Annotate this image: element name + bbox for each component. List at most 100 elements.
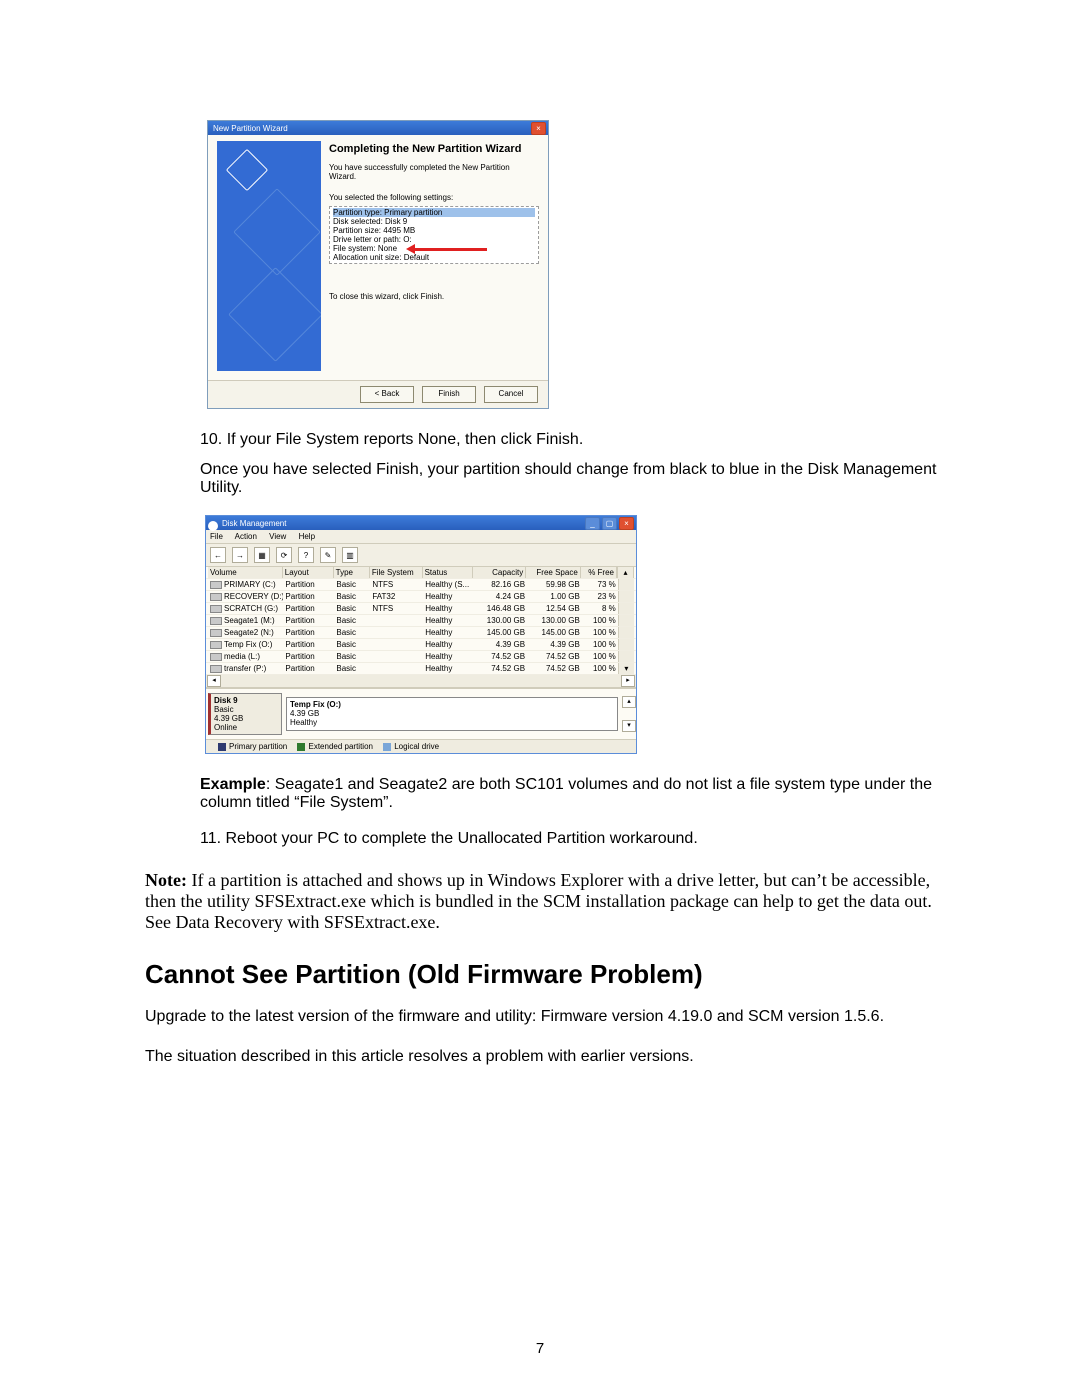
scrollbar-track[interactable] bbox=[618, 591, 634, 602]
menu-file[interactable]: File bbox=[210, 532, 223, 541]
swatch-logical bbox=[383, 743, 391, 751]
dm-menubar: File Action View Help bbox=[206, 530, 636, 544]
cell-pctfree: 100 % bbox=[582, 639, 618, 650]
close-icon[interactable]: × bbox=[531, 122, 546, 135]
cell-layout: Partition bbox=[283, 627, 334, 638]
vertical-scrollbar[interactable]: ▴ ▾ bbox=[622, 696, 634, 732]
cell-volume: Seagate1 (M:) bbox=[208, 615, 283, 626]
cell-capacity: 146.48 GB bbox=[474, 603, 527, 614]
cell-type: Basic bbox=[334, 639, 370, 650]
finish-button[interactable]: Finish bbox=[422, 386, 476, 403]
cell-freespace: 4.39 GB bbox=[527, 639, 582, 650]
nav-forward-icon[interactable]: → bbox=[232, 547, 248, 563]
cell-freespace: 1.00 GB bbox=[527, 591, 582, 602]
disk-management-screenshot: Disk Management _ ▢ × File Action View H… bbox=[205, 515, 637, 754]
col-pctfree[interactable]: % Free bbox=[581, 567, 617, 578]
scroll-left-icon[interactable]: ◂ bbox=[207, 675, 221, 687]
scrollbar-track[interactable] bbox=[618, 579, 634, 590]
scrollbar-track[interactable] bbox=[618, 639, 634, 650]
cell-layout: Partition bbox=[283, 651, 334, 662]
swatch-primary bbox=[218, 743, 226, 751]
cell-filesystem bbox=[370, 651, 423, 662]
scroll-right-icon[interactable]: ▸ bbox=[621, 675, 635, 687]
disk-info-block[interactable]: Disk 9 Basic 4.39 GB Online bbox=[208, 693, 282, 735]
cell-volume: RECOVERY (D:) bbox=[208, 591, 283, 602]
page: New Partition Wizard × Completing the Ne… bbox=[0, 0, 1080, 1397]
maximize-icon[interactable]: ▢ bbox=[602, 517, 617, 530]
cell-capacity: 4.39 GB bbox=[474, 639, 527, 650]
cell-type: Basic bbox=[334, 579, 370, 590]
toolbar-icon[interactable]: ▥ bbox=[342, 547, 358, 563]
scrollbar-track[interactable] bbox=[618, 651, 634, 662]
toolbar-icon[interactable]: ▦ bbox=[254, 547, 270, 563]
example-paragraph: Example: Seagate1 and Seagate2 are both … bbox=[200, 776, 940, 812]
cancel-button[interactable]: Cancel bbox=[484, 386, 538, 403]
cell-status: Healthy bbox=[423, 603, 474, 614]
cell-type: Basic bbox=[334, 651, 370, 662]
step-10: 10. If your File System reports None, th… bbox=[200, 431, 940, 449]
col-type[interactable]: Type bbox=[334, 567, 370, 578]
col-filesystem[interactable]: File System bbox=[370, 567, 423, 578]
menu-help[interactable]: Help bbox=[299, 532, 315, 541]
part-line: Temp Fix (O:) bbox=[290, 700, 341, 709]
settings-line: Drive letter or path: O: bbox=[333, 235, 535, 244]
cell-status: Healthy bbox=[423, 639, 474, 650]
table-row[interactable]: media (L:)PartitionBasicHealthy74.52 GB7… bbox=[206, 651, 636, 663]
settings-line: Partition type: Primary partition bbox=[333, 208, 535, 217]
cell-pctfree: 73 % bbox=[582, 579, 618, 590]
cell-capacity: 130.00 GB bbox=[474, 615, 527, 626]
table-row[interactable]: Temp Fix (O:)PartitionBasicHealthy4.39 G… bbox=[206, 639, 636, 651]
refresh-icon[interactable]: ⟳ bbox=[276, 547, 292, 563]
table-row[interactable]: PRIMARY (C:)PartitionBasicNTFSHealthy (S… bbox=[206, 579, 636, 591]
wizard-sidebar-graphic bbox=[217, 141, 321, 371]
swatch-extended bbox=[297, 743, 305, 751]
cell-pctfree: 100 % bbox=[582, 651, 618, 662]
cell-layout: Partition bbox=[283, 639, 334, 650]
col-volume[interactable]: Volume bbox=[208, 567, 283, 578]
part-line: Healthy bbox=[290, 718, 317, 727]
col-capacity[interactable]: Capacity bbox=[473, 567, 526, 578]
scroll-down-icon[interactable]: ▾ bbox=[622, 720, 636, 732]
col-status[interactable]: Status bbox=[423, 567, 474, 578]
partition-block[interactable]: Temp Fix (O:) 4.39 GB Healthy bbox=[286, 697, 618, 731]
cell-status: Healthy bbox=[423, 591, 474, 602]
table-row[interactable]: Seagate2 (N:)PartitionBasicHealthy145.00… bbox=[206, 627, 636, 639]
scrollbar-track[interactable] bbox=[618, 603, 634, 614]
cell-status: Healthy bbox=[423, 663, 474, 674]
scrollbar-track[interactable]: ▾ bbox=[618, 663, 634, 674]
cell-layout: Partition bbox=[283, 615, 334, 626]
table-row[interactable]: Seagate1 (M:)PartitionBasicHealthy130.00… bbox=[206, 615, 636, 627]
minimize-icon[interactable]: _ bbox=[585, 517, 600, 530]
cell-pctfree: 23 % bbox=[582, 591, 618, 602]
note-paragraph: Note: If a partition is attached and sho… bbox=[145, 870, 940, 933]
back-button[interactable]: < Back bbox=[360, 386, 414, 403]
table-row[interactable]: RECOVERY (D:)PartitionBasicFAT32Healthy4… bbox=[206, 591, 636, 603]
wizard-close-label: To close this wizard, click Finish. bbox=[329, 292, 539, 301]
table-row[interactable]: transfer (P:)PartitionBasicHealthy74.52 … bbox=[206, 663, 636, 675]
scrollbar-track[interactable] bbox=[618, 615, 634, 626]
firmware-paragraph: Upgrade to the latest version of the fir… bbox=[145, 1008, 940, 1026]
toolbar-icon[interactable]: ✎ bbox=[320, 547, 336, 563]
scroll-up-icon[interactable]: ▴ bbox=[622, 696, 636, 708]
menu-view[interactable]: View bbox=[269, 532, 286, 541]
properties-icon[interactable]: ? bbox=[298, 547, 314, 563]
cell-status: Healthy bbox=[423, 627, 474, 638]
step-11: 11. Reboot your PC to complete the Unall… bbox=[200, 830, 940, 848]
cell-volume: media (L:) bbox=[208, 651, 283, 662]
legend-logical: Logical drive bbox=[394, 742, 439, 751]
page-number: 7 bbox=[0, 1340, 1080, 1357]
nav-back-icon[interactable]: ← bbox=[210, 547, 226, 563]
menu-action[interactable]: Action bbox=[235, 532, 257, 541]
col-layout[interactable]: Layout bbox=[283, 567, 334, 578]
horizontal-scrollbar[interactable]: ◂ ▸ bbox=[206, 675, 636, 688]
scrollbar-track[interactable] bbox=[618, 627, 634, 638]
cell-capacity: 145.00 GB bbox=[474, 627, 527, 638]
wizard-heading: Completing the New Partition Wizard bbox=[329, 143, 539, 155]
close-icon[interactable]: × bbox=[619, 517, 634, 530]
cell-pctfree: 8 % bbox=[582, 603, 618, 614]
cell-filesystem bbox=[370, 639, 423, 650]
col-freespace[interactable]: Free Space bbox=[526, 567, 581, 578]
scroll-up-icon[interactable]: ▴ bbox=[617, 567, 634, 578]
table-row[interactable]: SCRATCH (G:)PartitionBasicNTFSHealthy146… bbox=[206, 603, 636, 615]
wizard-success-text: You have successfully completed the New … bbox=[329, 163, 539, 181]
